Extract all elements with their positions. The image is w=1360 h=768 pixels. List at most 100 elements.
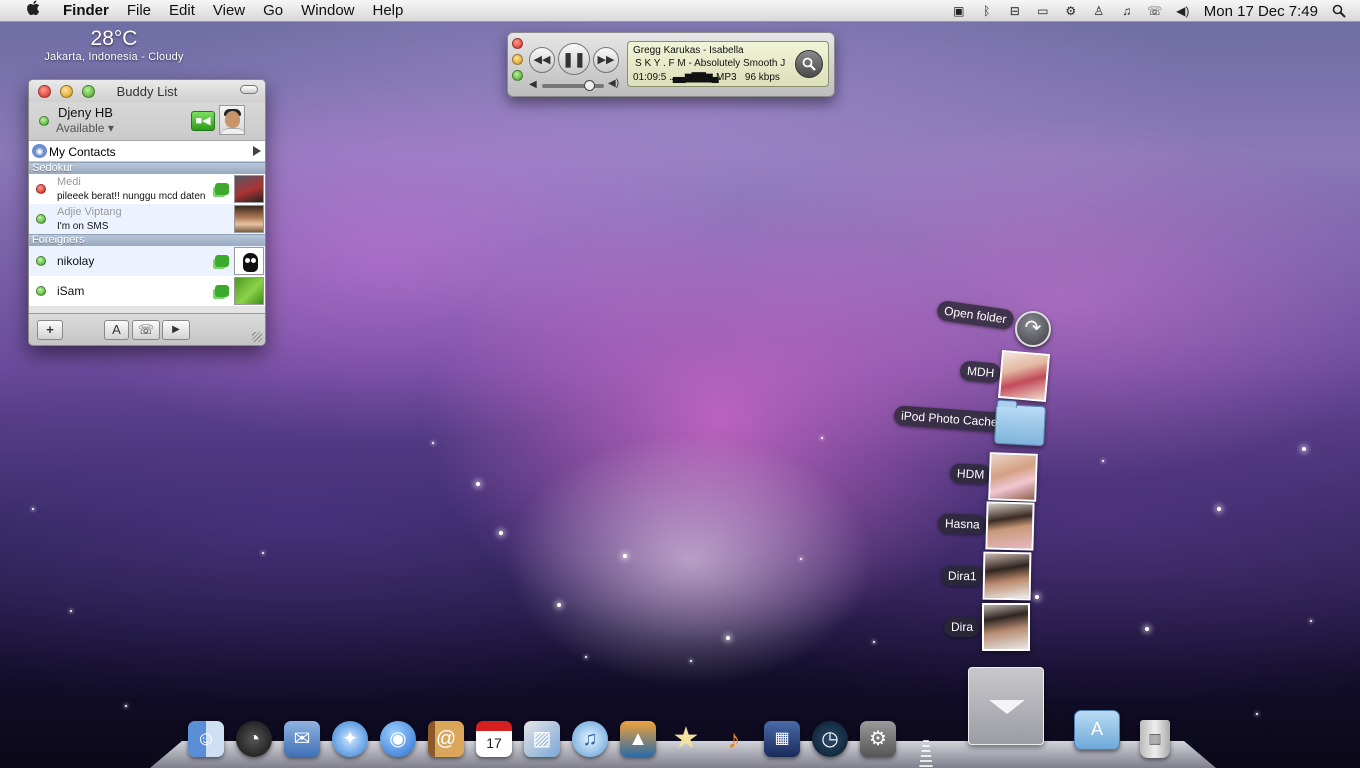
volume-slider[interactable] bbox=[542, 84, 604, 88]
stream-format: MP3 96 kbps bbox=[716, 72, 780, 83]
buddy-row[interactable]: Medi pileeek berat!! nunggu mcd daten bbox=[29, 174, 265, 204]
star bbox=[499, 531, 503, 535]
spaces-icon[interactable]: ▦ bbox=[764, 721, 800, 757]
stack-item-label[interactable]: Dira1 bbox=[940, 565, 984, 587]
star bbox=[821, 437, 823, 439]
itunes-icon[interactable]: ♫ bbox=[572, 721, 608, 757]
toolbar-toggle-button[interactable] bbox=[240, 85, 258, 94]
stack-item-thumbnail[interactable] bbox=[997, 349, 1051, 403]
disclosure-arrow-icon[interactable] bbox=[253, 146, 261, 156]
audio-chat-button[interactable]: ☏ bbox=[132, 320, 160, 340]
applications-folder-icon[interactable]: A bbox=[1074, 710, 1120, 750]
menu-edit[interactable]: Edit bbox=[160, 0, 204, 22]
folder-icon[interactable] bbox=[993, 403, 1047, 447]
pause-button[interactable]: ❚❚ bbox=[558, 43, 590, 75]
stack-item-label[interactable]: Dira bbox=[944, 617, 981, 637]
network-icon[interactable]: ⊟ bbox=[1008, 4, 1022, 18]
user-icon[interactable]: ♙ bbox=[1092, 4, 1106, 18]
star bbox=[32, 508, 34, 510]
menu-view[interactable]: View bbox=[204, 0, 254, 22]
star bbox=[726, 636, 730, 640]
buddy-avatar bbox=[234, 247, 264, 275]
gear-icon[interactable]: ⚙ bbox=[1064, 4, 1078, 18]
my-avatar[interactable] bbox=[219, 105, 245, 135]
group-header[interactable]: Foreigners bbox=[29, 234, 265, 246]
buddy-status-dot bbox=[36, 286, 46, 296]
stack-item-label[interactable]: HDM bbox=[949, 462, 992, 486]
imovie-icon[interactable]: ★ bbox=[668, 721, 704, 757]
address-book-icon[interactable]: @ bbox=[428, 721, 464, 757]
stack-open-folder-label[interactable]: Open folder bbox=[935, 299, 1015, 331]
contacts-selector[interactable]: ◉ My Contacts bbox=[29, 140, 265, 162]
buddy-list-window: Buddy List Djeny HB Available ▾ ■◀ ◉ My … bbox=[28, 79, 266, 346]
spotlight-icon[interactable] bbox=[1332, 4, 1346, 18]
next-track-button[interactable]: ▶▶ bbox=[593, 47, 619, 73]
stack-item-label[interactable]: iPod Photo Cache bbox=[893, 405, 1006, 433]
player-display[interactable]: Gregg Karukas - Isabella S K Y . F M - A… bbox=[627, 41, 829, 87]
mail-icon[interactable]: ✉ bbox=[284, 721, 320, 757]
minimize-button[interactable] bbox=[512, 54, 523, 65]
chevron-down-icon bbox=[989, 700, 1025, 714]
ical-icon[interactable]: 17 bbox=[476, 721, 512, 757]
menu-go[interactable]: Go bbox=[254, 0, 292, 22]
add-buddy-button[interactable]: + bbox=[37, 320, 63, 340]
menu-clock[interactable]: Mon 17 Dec 7:49 bbox=[1204, 3, 1318, 20]
star bbox=[1310, 620, 1312, 622]
bluetooth-icon[interactable]: ᛒ bbox=[980, 4, 994, 18]
my-status-selector[interactable]: Available ▾ bbox=[56, 121, 114, 135]
resize-handle[interactable] bbox=[252, 332, 262, 342]
ichat-icon[interactable]: ◉ bbox=[380, 721, 416, 757]
menu-file[interactable]: File bbox=[118, 0, 160, 22]
text-chat-button[interactable]: A bbox=[104, 320, 129, 340]
now-playing-title: Gregg Karukas - Isabella bbox=[633, 45, 744, 56]
dashboard-icon[interactable]: ◔ bbox=[236, 721, 272, 757]
volume-icon[interactable]: ◀) bbox=[1176, 4, 1190, 18]
menu-window[interactable]: Window bbox=[292, 0, 363, 22]
video-chat-button[interactable]: ▶ bbox=[162, 320, 190, 340]
preview-icon[interactable]: ▨ bbox=[524, 721, 560, 757]
star bbox=[1302, 447, 1306, 451]
iphoto-icon[interactable]: ▲ bbox=[620, 721, 656, 757]
buddy-row[interactable]: nikolay bbox=[29, 246, 265, 276]
open-folder-arrow-icon[interactable]: ↷ bbox=[1015, 311, 1051, 347]
stack-item-thumbnail[interactable] bbox=[982, 603, 1030, 651]
phone-icon[interactable]: ☏ bbox=[1147, 4, 1162, 18]
buddy-row[interactable]: Adjie Viptang I'm on SMS bbox=[29, 204, 265, 234]
display-icon[interactable]: ▣ bbox=[952, 4, 966, 18]
music-note-icon[interactable]: ♫ bbox=[1120, 4, 1134, 18]
system-preferences-icon[interactable]: ⚙ bbox=[860, 721, 896, 757]
stack-item-label[interactable]: Hasna bbox=[937, 513, 988, 535]
stack-item-thumbnail[interactable] bbox=[985, 501, 1035, 551]
star bbox=[262, 552, 264, 554]
trash-icon[interactable]: ▥ bbox=[1140, 720, 1170, 758]
chat-bubble-icon: ◉ bbox=[32, 144, 47, 158]
chat-icon[interactable] bbox=[215, 183, 229, 195]
safari-icon[interactable]: ✦ bbox=[332, 721, 368, 757]
stack-item-thumbnail[interactable] bbox=[988, 452, 1038, 502]
apple-menu-icon[interactable] bbox=[22, 0, 44, 21]
garageband-icon[interactable]: ♪ bbox=[716, 721, 752, 757]
search-icon[interactable] bbox=[795, 50, 823, 78]
stack-collapse-button[interactable] bbox=[968, 667, 1044, 745]
chat-icon[interactable] bbox=[215, 255, 229, 267]
chat-icon[interactable] bbox=[215, 285, 229, 297]
menu-app-finder[interactable]: Finder bbox=[54, 0, 118, 22]
previous-track-button[interactable]: ◀◀ bbox=[529, 47, 555, 73]
volume-slider-knob[interactable] bbox=[583, 80, 595, 91]
zoom-button[interactable] bbox=[512, 70, 523, 81]
stack-item-thumbnail[interactable] bbox=[982, 551, 1032, 601]
group-header[interactable]: Sedokur bbox=[29, 162, 265, 174]
video-camera-icon[interactable]: ■◀ bbox=[191, 111, 215, 131]
time-machine-icon[interactable]: ◷ bbox=[812, 721, 848, 757]
buddy-row[interactable]: iSam bbox=[29, 276, 265, 306]
close-button[interactable] bbox=[512, 38, 523, 49]
buddy-list-titlebar[interactable]: Buddy List bbox=[29, 80, 265, 102]
weather-widget[interactable]: 28°C Jakarta, Indonesia - Cloudy bbox=[40, 27, 188, 63]
star bbox=[432, 442, 434, 444]
stack-item-label[interactable]: MDH bbox=[959, 360, 1003, 384]
my-status-panel: Djeny HB Available ▾ ■◀ bbox=[29, 102, 265, 140]
menu-help[interactable]: Help bbox=[364, 0, 413, 22]
buddy-status-dot bbox=[36, 214, 46, 224]
finder-icon[interactable]: ☺ bbox=[188, 721, 224, 757]
screen-icon[interactable]: ▭ bbox=[1036, 4, 1050, 18]
